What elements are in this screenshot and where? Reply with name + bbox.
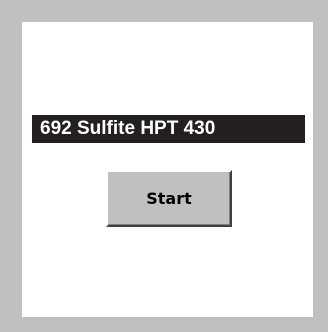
window-frame: 692 Sulfite HPT 430 Start <box>0 0 328 332</box>
start-button[interactable]: Start <box>106 170 232 227</box>
content-panel: 692 Sulfite HPT 430 Start <box>22 22 313 317</box>
test-title-banner: 692 Sulfite HPT 430 <box>32 115 305 143</box>
